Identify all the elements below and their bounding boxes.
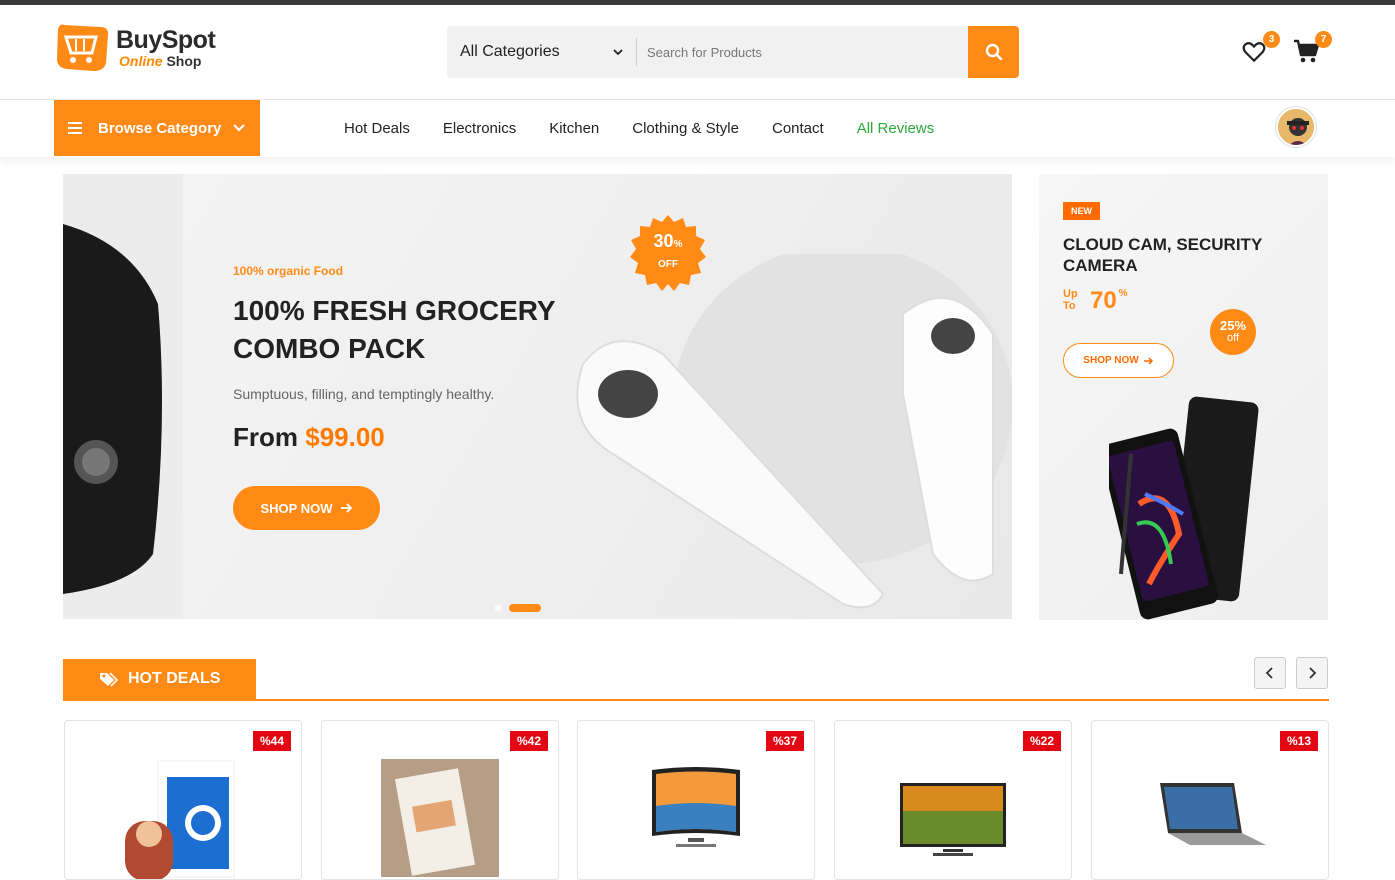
earbuds-product-image xyxy=(576,254,1012,609)
brand-name: BuySpot xyxy=(116,26,216,54)
nav-link-contact[interactable]: Contact xyxy=(772,120,824,137)
user-avatar[interactable] xyxy=(1276,107,1316,147)
book-atomic-habits-image xyxy=(381,759,499,877)
hero-price-amount: $99.00 xyxy=(305,422,385,452)
search-icon xyxy=(985,43,1002,61)
nav-link-clothing-style[interactable]: Clothing & Style xyxy=(632,120,739,137)
search-input[interactable] xyxy=(637,26,968,78)
promo-upto-line2: To xyxy=(1063,300,1076,312)
promo-shop-now-label: SHOP NOW xyxy=(1083,355,1139,366)
promo-upto-value: 70 xyxy=(1090,287,1117,314)
discount-seal-value: 30 xyxy=(653,231,674,251)
chevron-down-icon xyxy=(233,124,245,132)
brand-sub-b: Shop xyxy=(166,53,202,69)
hero-left-product-image xyxy=(63,174,183,619)
hot-deals-header: HOT DEALS xyxy=(63,657,1329,701)
new-badge: NEW xyxy=(1063,202,1100,220)
discount-badge: %42 xyxy=(509,731,548,751)
hero-description: Sumptuous, filling, and temptingly healt… xyxy=(233,386,495,402)
hero-shop-now-label: SHOP NOW xyxy=(260,500,333,516)
main-navigation: Browse Category Hot Deals Electronics Ki… xyxy=(0,100,1395,157)
hamburger-icon xyxy=(68,122,82,134)
wishlist-button[interactable]: 3 xyxy=(1241,31,1280,69)
wishlist-count-badge: 3 xyxy=(1263,31,1280,48)
search-bar: All Categories xyxy=(447,26,1019,78)
category-select[interactable]: All Categories xyxy=(447,38,637,66)
qled-tv-image xyxy=(900,783,1006,856)
hero-price-prefix: From xyxy=(233,422,298,452)
category-select-label: All Categories xyxy=(460,43,560,60)
chevron-down-icon xyxy=(613,49,623,56)
promo-upto-line1: Up xyxy=(1063,288,1078,300)
nav-link-hot-deals[interactable]: Hot Deals xyxy=(344,120,410,137)
promo-banner-camera[interactable]: NEW CLOUD CAM, SECURITY CAMERA Up To 70% … xyxy=(1039,174,1328,620)
tag-icon xyxy=(100,672,119,687)
logo[interactable]: BuySpot Online Shop xyxy=(54,19,216,77)
search-button[interactable] xyxy=(968,26,1019,78)
discount-badge: %44 xyxy=(252,731,291,751)
arrow-right-icon xyxy=(340,503,352,513)
product-card[interactable]: %13 xyxy=(1091,720,1329,880)
browse-category-button[interactable]: Browse Category xyxy=(54,100,260,156)
slider-dot-active[interactable] xyxy=(509,604,541,612)
nav-link-kitchen[interactable]: Kitchen xyxy=(549,120,599,137)
hero-title: 100% FRESH GROCERY COMBO PACK xyxy=(233,295,556,364)
chevron-left-icon xyxy=(1265,667,1273,679)
brand-sub-a: Online xyxy=(119,53,163,69)
chevron-right-icon xyxy=(1309,667,1317,679)
promo-upto-pct: % xyxy=(1118,288,1128,299)
promo-shop-now-button[interactable]: SHOP NOW xyxy=(1063,343,1174,378)
carousel-next-button[interactable] xyxy=(1296,657,1328,689)
hot-deals-tab[interactable]: HOT DEALS xyxy=(63,659,256,699)
hero-price: From $99.00 xyxy=(233,422,385,453)
product-card[interactable]: %44 xyxy=(64,720,302,880)
cart-button[interactable]: 7 xyxy=(1293,31,1332,69)
discount-badge: %37 xyxy=(765,731,804,751)
product-card[interactable]: %37 xyxy=(577,720,815,880)
book-lean-startup-image xyxy=(125,760,235,879)
laptop-image xyxy=(1160,783,1266,845)
site-header: BuySpot Online Shop All Categories 3 7 xyxy=(0,5,1395,100)
nav-link-all-reviews[interactable]: All Reviews xyxy=(857,120,935,137)
promo-discount-sub: off xyxy=(1226,332,1240,344)
hero-slider: 30% OFF 100% organic Food 100% FRESH GRO… xyxy=(63,174,1012,619)
product-card[interactable]: %42 xyxy=(321,720,559,880)
cart-count-badge: 7 xyxy=(1315,31,1332,48)
promo-title: CLOUD CAM, SECURITY CAMERA xyxy=(1063,235,1262,275)
discount-badge: %13 xyxy=(1279,731,1318,751)
discount-badge: %22 xyxy=(1022,731,1061,751)
slider-dot[interactable] xyxy=(495,605,501,611)
curved-tv-image xyxy=(652,767,740,847)
discount-seal-pct: % xyxy=(673,239,683,250)
discount-seal-off: OFF xyxy=(658,259,678,270)
hero-tagline: 100% organic Food xyxy=(233,264,344,278)
promo-discount-value: 25% xyxy=(1219,318,1247,333)
slider-pagination xyxy=(495,604,549,612)
promo-discount-badge: 25% off xyxy=(1210,309,1256,355)
product-card[interactable]: %22 xyxy=(834,720,1072,880)
arrow-right-icon xyxy=(1143,356,1153,365)
hot-deals-title: HOT DEALS xyxy=(128,670,221,687)
carousel-prev-button[interactable] xyxy=(1254,657,1286,689)
browse-category-label: Browse Category xyxy=(98,119,222,137)
cart-logo-icon xyxy=(54,19,110,77)
nav-link-electronics[interactable]: Electronics xyxy=(443,120,516,137)
smartphone-product-image xyxy=(1109,396,1259,620)
promo-upto: Up To 70% xyxy=(1063,288,1128,314)
hero-shop-now-button[interactable]: SHOP NOW xyxy=(233,486,380,530)
discount-seal: 30% OFF xyxy=(629,214,707,292)
